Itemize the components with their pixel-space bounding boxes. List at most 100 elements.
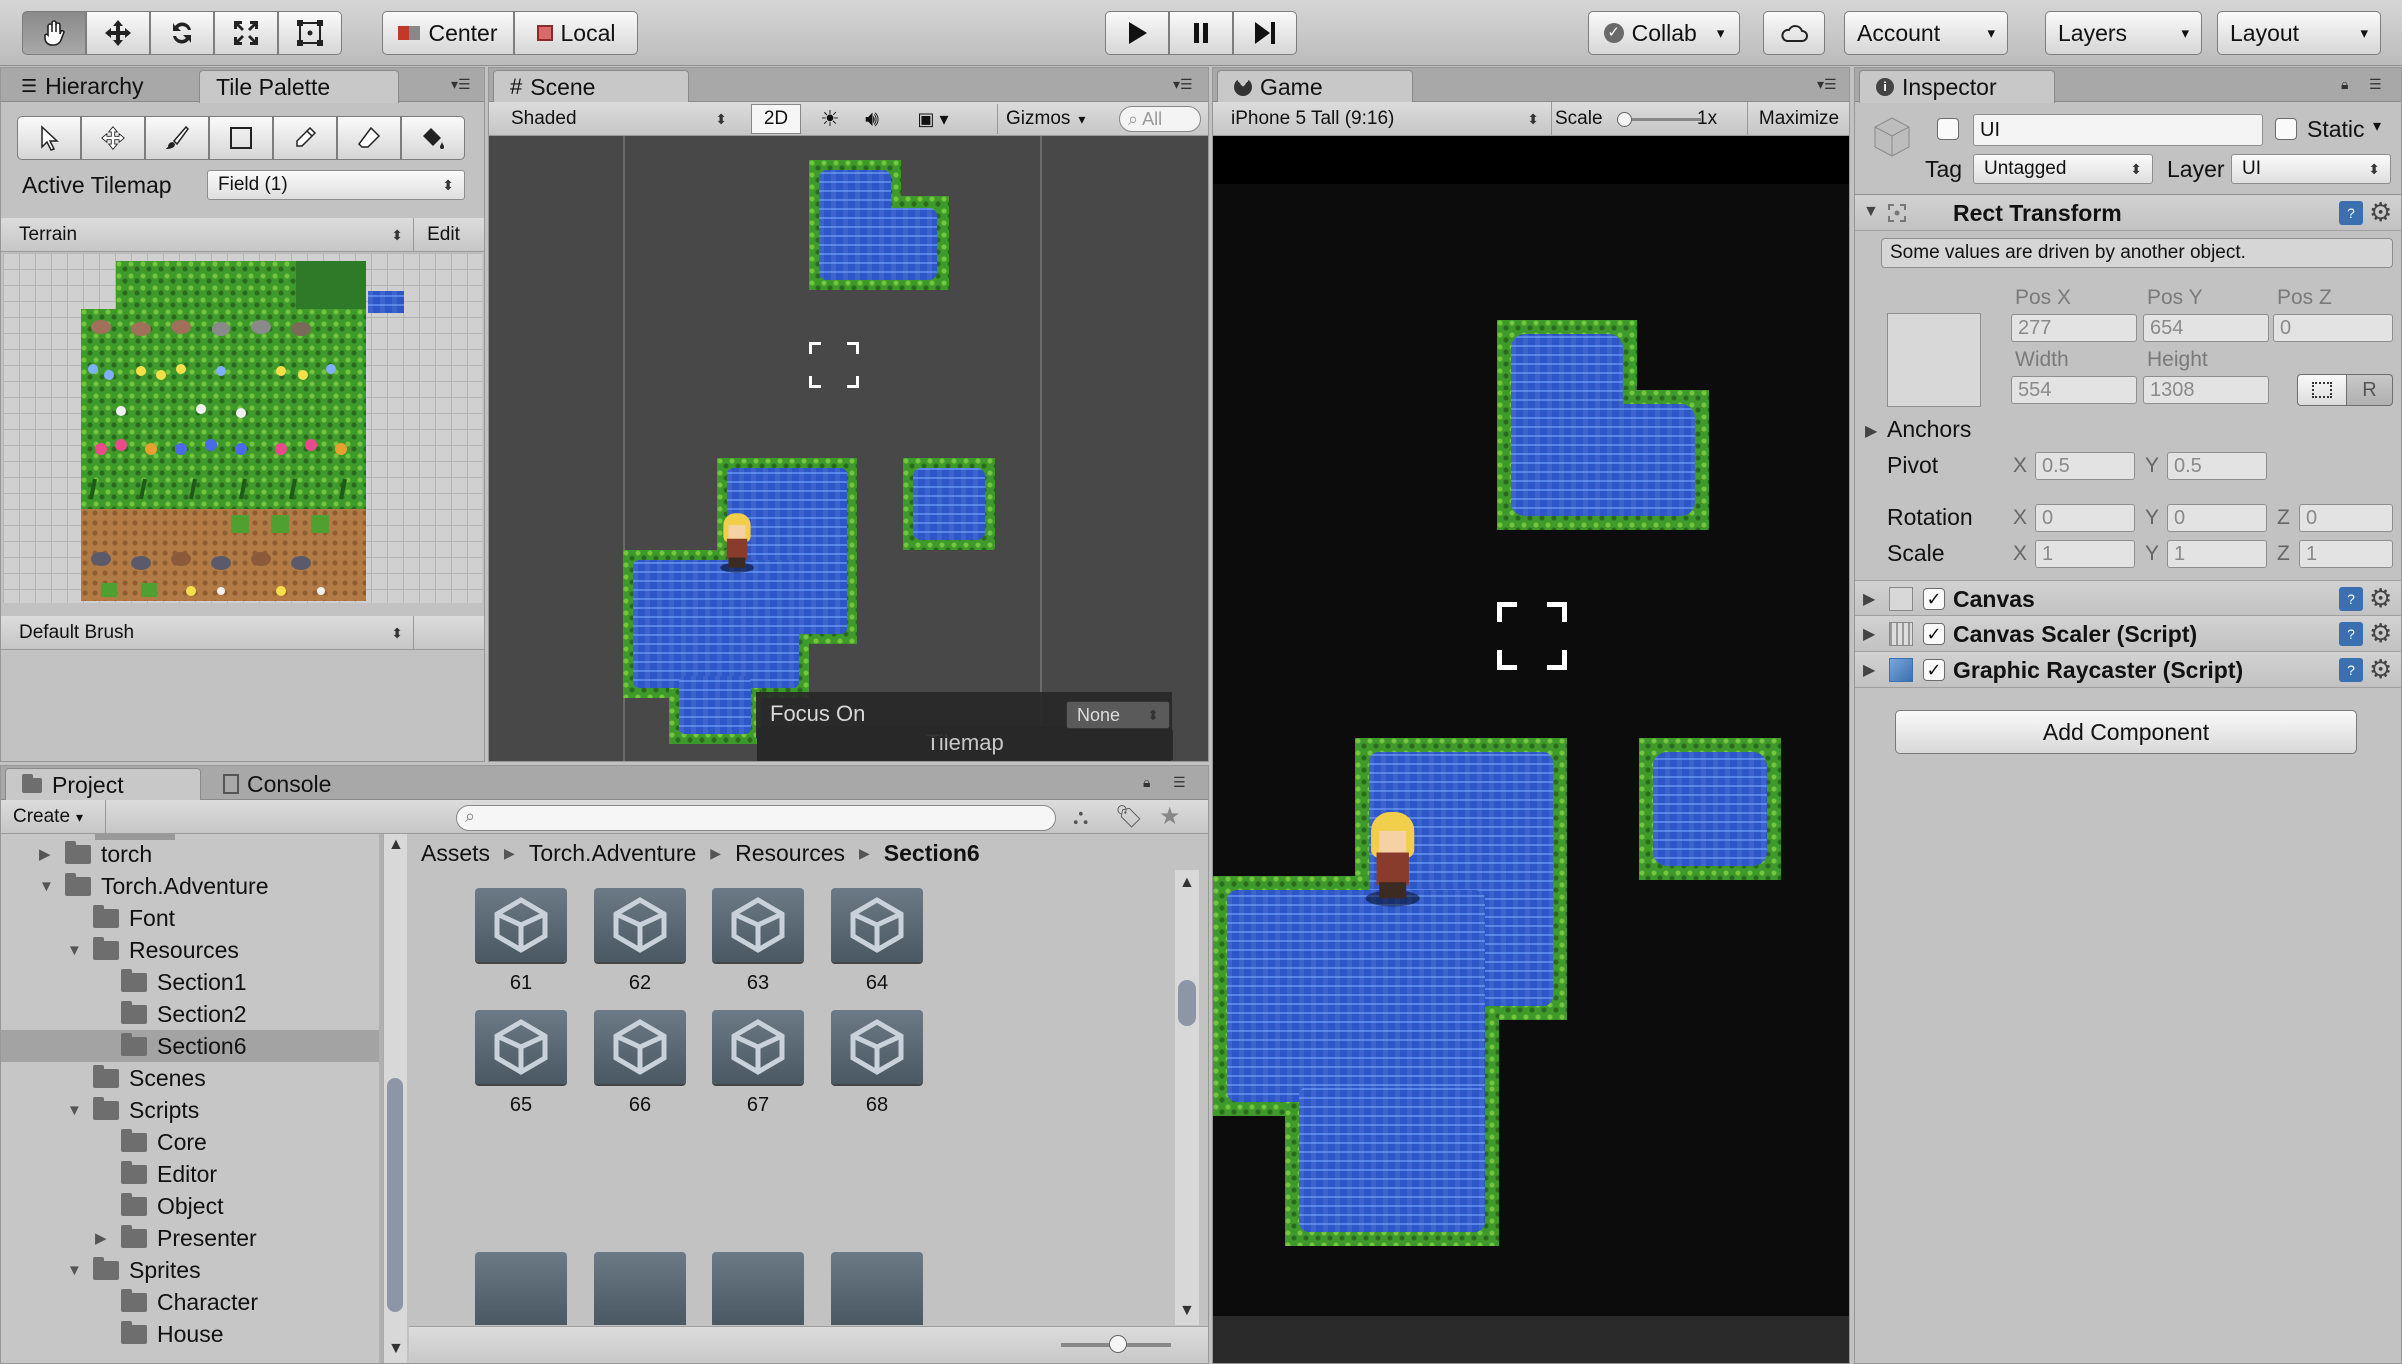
asset-item[interactable]: 61 [461, 888, 581, 1006]
asset-item[interactable]: 62 [580, 888, 700, 1006]
foldout-expanded-icon[interactable]: ▼ [67, 1262, 93, 1279]
unity-asset-icon[interactable] [831, 1252, 923, 1325]
scroll-down-arrow-icon[interactable]: ▼ [388, 1340, 404, 1358]
pause-button[interactable] [1169, 11, 1233, 55]
breadcrumb-item[interactable]: Torch.Adventure [529, 840, 696, 867]
collab-dropdown[interactable]: ✓ Collab [1588, 11, 1740, 55]
foldout-collapsed-icon[interactable]: ▶ [1863, 589, 1875, 609]
palette-dropdown[interactable]: Terrain [9, 220, 413, 250]
gear-icon[interactable]: ⚙ [2369, 197, 2392, 228]
rotation-y-field[interactable]: 0 [2167, 504, 2267, 532]
scale-slider-thumb[interactable] [1617, 112, 1632, 127]
foldout-collapsed-icon[interactable]: ▶ [39, 845, 65, 863]
add-component-button[interactable]: Add Component [1895, 710, 2357, 754]
lock-icon[interactable]: 🔒︎ [2341, 76, 2367, 96]
tree-row[interactable]: ▶ Presenter [1, 1222, 379, 1254]
component-graphic-raycaster-header[interactable]: ▶ ✓ Graphic Raycaster (Script) ? ⚙ [1855, 652, 2401, 688]
tab-console[interactable]: Console [207, 768, 387, 800]
effects-dropdown[interactable]: ▣ ▾ [907, 104, 959, 134]
panel-menu-icon[interactable]: ☰ [2369, 76, 2395, 96]
scene-hero-sprite[interactable] [718, 513, 755, 573]
component-enabled-checkbox[interactable]: ✓ [1923, 623, 1945, 645]
tree-row[interactable]: Font [1, 902, 379, 934]
tree-row[interactable]: ▼ Scripts [1, 1094, 379, 1126]
icon-size-slider-thumb[interactable] [1109, 1335, 1127, 1353]
tree-row[interactable]: Section2 [1, 998, 379, 1030]
gear-icon[interactable]: ⚙ [2369, 618, 2392, 649]
foldout-collapsed-icon[interactable]: ▶ [95, 1229, 121, 1247]
rotate-tool-button[interactable] [150, 11, 214, 55]
asset-item[interactable]: 63 [698, 888, 818, 1006]
scale-z-field[interactable]: 1 [2299, 540, 2393, 568]
height-field[interactable]: 1308 [2143, 376, 2269, 404]
move-tile-tool-button[interactable] [81, 116, 145, 160]
filter-by-type-icon[interactable]: ⛬ [1073, 804, 1088, 830]
layer-dropdown[interactable]: UI [2231, 154, 2391, 184]
filter-by-label-icon[interactable]: 🏷︎ [1115, 804, 1143, 830]
pivot-y-field[interactable]: 0.5 [2167, 452, 2267, 480]
maximize-on-play-toggle[interactable]: Maximize [1749, 108, 1849, 130]
scene-search-input[interactable]: ⌕ All [1119, 106, 1201, 132]
cloud-button[interactable] [1763, 11, 1825, 55]
anchor-preset-button[interactable] [1887, 313, 1981, 407]
raw-edit-button[interactable]: R [2347, 374, 2393, 406]
asset-scrollbar-thumb[interactable] [1178, 980, 1196, 1026]
asset-item[interactable]: 66 [580, 1010, 700, 1128]
tree-row[interactable]: Core [1, 1126, 379, 1158]
asset-item[interactable]: 64 [817, 888, 937, 1006]
tree-row[interactable]: ▼ Sprites [1, 1254, 379, 1286]
rect-tool-button[interactable] [278, 11, 342, 55]
edit-palette-button[interactable]: Edit [413, 218, 473, 251]
scale-y-field[interactable]: 1 [2167, 540, 2267, 568]
breadcrumb-item[interactable]: Section6 [884, 840, 980, 867]
scale-tool-button[interactable] [214, 11, 278, 55]
select-tool-button[interactable] [17, 116, 81, 160]
panel-menu-icon[interactable]: ▾☰ [1173, 76, 1199, 96]
2d-toggle[interactable]: 2D [751, 104, 801, 134]
play-button[interactable] [1105, 11, 1169, 55]
game-viewport[interactable] [1213, 136, 1849, 1363]
help-book-icon[interactable]: ? [2339, 622, 2363, 646]
active-checkbox[interactable] [1937, 118, 1959, 140]
component-canvas-scaler-header[interactable]: ▶ ✓ Canvas Scaler (Script) ? ⚙ [1855, 616, 2401, 652]
favorite-star-icon[interactable]: ★ [1159, 802, 1181, 831]
asset-item[interactable]: 67 [698, 1010, 818, 1128]
lock-icon[interactable]: 🔒︎ [1143, 774, 1169, 794]
tab-game[interactable]: Game [1217, 70, 1413, 103]
rect-transform-header[interactable]: ▼ Rect Transform ? ⚙ [1855, 195, 2401, 231]
scale-slider[interactable] [1617, 112, 1701, 127]
move-tool-button[interactable] [86, 11, 150, 55]
pivot-local-button[interactable]: Local [514, 11, 638, 55]
tile-palette-grid[interactable] [3, 253, 482, 603]
unity-asset-icon[interactable] [475, 1252, 567, 1325]
blueprint-mode-button[interactable] [2297, 374, 2347, 406]
brush-dropdown[interactable]: Default Brush [9, 618, 413, 648]
component-enabled-checkbox[interactable]: ✓ [1923, 659, 1945, 681]
fill-tool-button[interactable] [401, 116, 465, 160]
help-book-icon[interactable]: ? [2339, 587, 2363, 611]
step-button[interactable] [1233, 11, 1297, 55]
foldout-expanded-icon[interactable]: ▼ [67, 1102, 93, 1119]
tree-scrollbar-thumb[interactable] [387, 1078, 403, 1312]
scroll-down-arrow-icon[interactable]: ▼ [1179, 1302, 1195, 1320]
foldout-expanded-icon[interactable]: ▼ [1863, 203, 1879, 221]
foldout-expanded-icon[interactable]: ▼ [67, 942, 93, 959]
eraser-tool-button[interactable] [337, 116, 401, 160]
palette-tile-dirt[interactable] [81, 509, 366, 601]
tree-row[interactable]: Section1 [1, 966, 379, 998]
tab-scene[interactable]: # Scene [493, 70, 689, 103]
palette-tile-dark-grass[interactable] [296, 261, 366, 309]
focus-on-dropdown[interactable]: None [1066, 701, 1170, 729]
width-field[interactable]: 554 [2011, 376, 2137, 404]
box-fill-tool-button[interactable] [209, 116, 273, 160]
foldout-collapsed-icon[interactable]: ▶ [1865, 421, 1877, 441]
tree-row[interactable]: ▼ Torch.Adventure [1, 870, 379, 902]
scale-x-field[interactable]: 1 [2035, 540, 2135, 568]
asset-scrollbar[interactable]: ▲ ▼ [1175, 870, 1199, 1325]
tree-scrollbar[interactable]: ▲ ▼ [383, 834, 407, 1363]
component-enabled-checkbox[interactable]: ✓ [1923, 588, 1945, 610]
tree-row[interactable]: House [1, 1318, 379, 1350]
pos-x-field[interactable]: 277 [2011, 314, 2137, 342]
help-book-icon[interactable]: ? [2339, 658, 2363, 682]
create-dropdown[interactable]: Create ▾ [13, 803, 83, 831]
